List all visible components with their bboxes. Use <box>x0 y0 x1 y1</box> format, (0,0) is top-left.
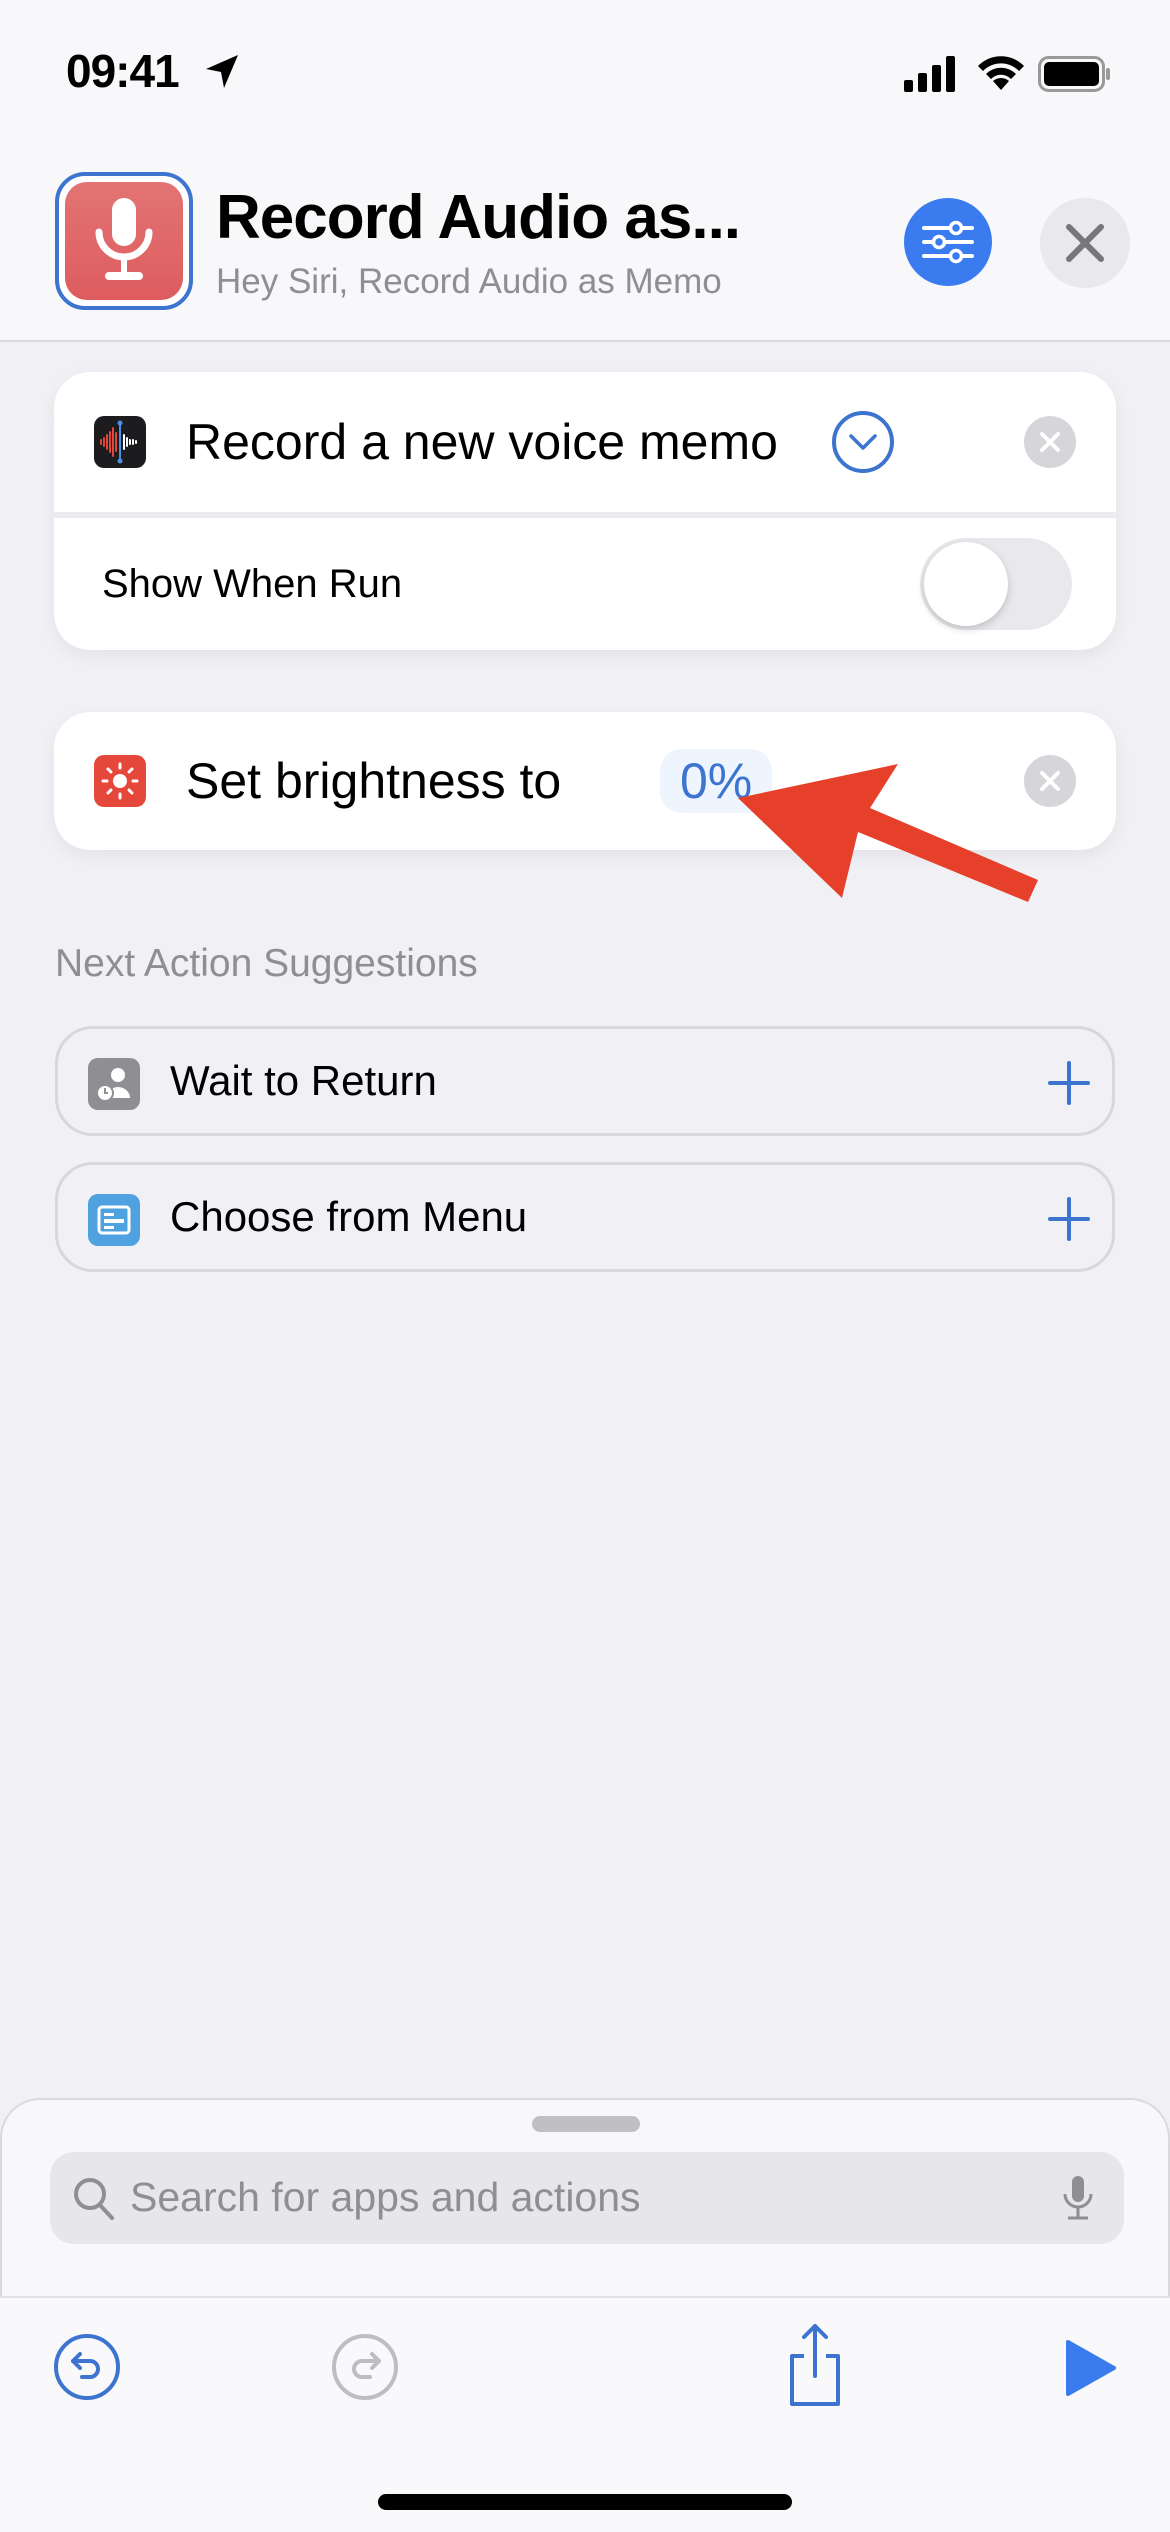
show-when-run-label: Show When Run <box>102 561 403 606</box>
share-button[interactable] <box>780 2320 850 2410</box>
bottom-toolbar <box>0 2296 1170 2532</box>
action-label: Set brightness to <box>186 753 562 809</box>
plus-icon <box>1048 1197 1090 1241</box>
red-arrow-icon <box>738 764 1038 902</box>
action-card-record-memo[interactable]: Record a new voice memo Show When Run <box>54 372 1116 650</box>
suggestions-heading: Next Action Suggestions <box>55 942 478 985</box>
plus-icon <box>1048 1061 1090 1105</box>
chevron-down-icon <box>849 434 877 450</box>
close-icon <box>1066 224 1104 262</box>
voice-memos-icon <box>94 416 146 468</box>
suggestion-label: Wait to Return <box>170 1057 437 1104</box>
play-icon <box>1066 2340 1116 2396</box>
suggestion-wait-to-return[interactable]: Wait to Return <box>55 1026 1115 1136</box>
close-icon <box>1040 432 1060 452</box>
dictation-mic-icon[interactable] <box>1060 2174 1096 2227</box>
undo-button[interactable] <box>52 2332 122 2402</box>
undo-icon <box>54 2334 120 2400</box>
header-area: 09:41 Record Audio as... Hey Siri, Recor… <box>0 0 1170 342</box>
search-input[interactable]: Search for apps and actions <box>50 2152 1124 2244</box>
remove-action-button[interactable] <box>1024 416 1076 468</box>
add-suggestion-button[interactable] <box>1044 1053 1094 1118</box>
show-when-run-toggle[interactable] <box>920 538 1072 630</box>
show-when-run-row: Show When Run <box>54 518 1116 650</box>
home-indicator <box>378 2494 792 2510</box>
location-arrow-icon <box>202 52 242 97</box>
shortcut-title[interactable]: Record Audio as... <box>216 182 741 253</box>
shortcut-subtitle: Hey Siri, Record Audio as Memo <box>216 262 722 301</box>
redo-icon <box>332 2334 398 2400</box>
action-search-sheet: Search for apps and actions <box>0 2098 1170 2298</box>
search-icon <box>72 2176 116 2227</box>
action-label: Record a new voice memo <box>186 414 778 470</box>
suggestion-choose-from-menu[interactable]: Choose from Menu <box>55 1162 1115 1272</box>
search-placeholder: Search for apps and actions <box>130 2174 641 2220</box>
status-time: 09:41 <box>66 45 180 97</box>
brightness-icon <box>94 755 146 807</box>
wifi-icon <box>976 52 1026 97</box>
suggestion-label: Choose from Menu <box>170 1193 528 1240</box>
run-button[interactable] <box>1064 2338 1118 2398</box>
sheet-grabber[interactable] <box>532 2116 640 2132</box>
settings-button[interactable] <box>904 198 992 286</box>
cellular-signal-icon <box>904 56 958 97</box>
toggle-knob <box>924 542 1008 626</box>
action-row[interactable]: Record a new voice memo <box>54 372 1116 512</box>
expand-button[interactable] <box>832 411 894 473</box>
menu-icon <box>88 1194 140 1246</box>
status-bar: 09:41 <box>0 0 1170 150</box>
microphone-icon <box>65 182 183 300</box>
battery-icon <box>1038 56 1112 97</box>
wait-to-return-icon <box>88 1058 140 1110</box>
add-suggestion-button[interactable] <box>1044 1189 1094 1254</box>
sliders-icon <box>922 220 974 264</box>
close-button[interactable] <box>1040 198 1130 288</box>
share-icon <box>790 2324 840 2406</box>
redo-button[interactable] <box>330 2332 400 2402</box>
close-icon <box>1040 771 1060 791</box>
shortcut-icon[interactable] <box>55 172 193 310</box>
